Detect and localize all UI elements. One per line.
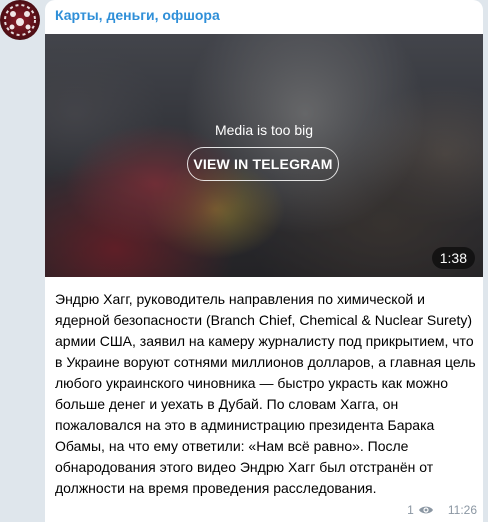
view-in-telegram-button[interactable]: VIEW IN TELEGRAM: [187, 147, 339, 181]
message-time: 11:26: [447, 503, 477, 517]
message-text: Эндрю Хагг, руководитель направления по …: [55, 291, 476, 496]
video-duration-badge: 1:38: [431, 247, 475, 269]
message-meta: 1 11:26: [407, 502, 477, 518]
message-bubble: Карты, деньги, офшора Media is too big V…: [45, 0, 483, 522]
video-preview[interactable]: Media is too big VIEW IN TELEGRAM 1:38: [45, 34, 483, 277]
view-count: 1: [407, 503, 414, 517]
eye-icon: [418, 504, 434, 516]
media-too-big-message: Media is too big: [214, 122, 314, 138]
channel-avatar[interactable]: [0, 0, 40, 40]
channel-name[interactable]: Карты, деньги, офшора: [55, 7, 220, 23]
